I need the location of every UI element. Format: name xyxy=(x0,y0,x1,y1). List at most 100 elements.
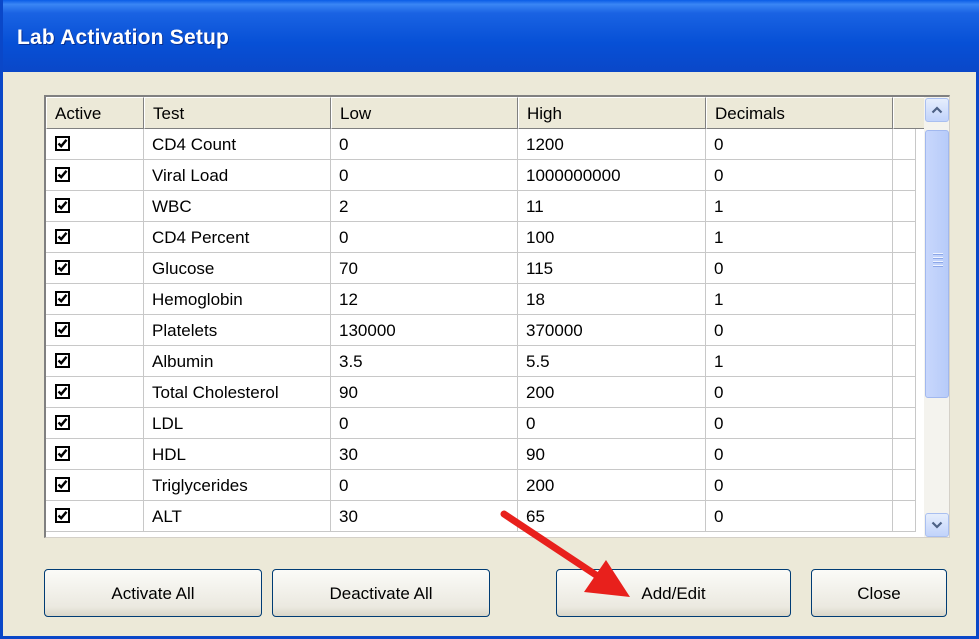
table-row[interactable]: CD4 Count 0 1200 0 xyxy=(46,129,916,160)
low-cell[interactable]: 0 xyxy=(331,222,518,253)
test-name-cell[interactable]: Albumin xyxy=(144,346,331,377)
low-cell[interactable]: 130000 xyxy=(331,315,518,346)
decimals-cell[interactable]: 0 xyxy=(706,439,893,470)
active-checkbox[interactable] xyxy=(55,384,70,399)
decimals-cell[interactable]: 1 xyxy=(706,346,893,377)
active-checkbox[interactable] xyxy=(55,415,70,430)
filler-cell xyxy=(893,501,916,532)
low-cell[interactable]: 0 xyxy=(331,160,518,191)
low-cell[interactable]: 2 xyxy=(331,191,518,222)
high-cell[interactable]: 200 xyxy=(518,470,706,501)
test-name-cell[interactable]: LDL xyxy=(144,408,331,439)
filler-cell xyxy=(893,284,916,315)
column-header-active[interactable]: Active xyxy=(46,97,144,129)
table-row[interactable]: Triglycerides 0 200 0 xyxy=(46,470,916,501)
decimals-cell[interactable]: 1 xyxy=(706,191,893,222)
column-header-test[interactable]: Test xyxy=(144,97,331,129)
test-name-cell[interactable]: Total Cholesterol xyxy=(144,377,331,408)
test-name-cell[interactable]: Viral Load xyxy=(144,160,331,191)
high-cell[interactable]: 115 xyxy=(518,253,706,284)
active-checkbox[interactable] xyxy=(55,291,70,306)
test-name-cell[interactable]: Triglycerides xyxy=(144,470,331,501)
high-cell[interactable]: 1200 xyxy=(518,129,706,160)
column-header-low[interactable]: Low xyxy=(331,97,518,129)
high-cell[interactable]: 0 xyxy=(518,408,706,439)
table-row[interactable]: WBC 2 11 1 xyxy=(46,191,916,222)
active-checkbox[interactable] xyxy=(55,229,70,244)
active-cell xyxy=(46,160,144,191)
high-cell[interactable]: 90 xyxy=(518,439,706,470)
table-row[interactable]: Albumin 3.5 5.5 1 xyxy=(46,346,916,377)
high-cell[interactable]: 5.5 xyxy=(518,346,706,377)
test-name-cell[interactable]: HDL xyxy=(144,439,331,470)
low-cell[interactable]: 12 xyxy=(331,284,518,315)
high-cell[interactable]: 18 xyxy=(518,284,706,315)
table-row[interactable]: Viral Load 0 1000000000 0 xyxy=(46,160,916,191)
high-cell[interactable]: 1000000000 xyxy=(518,160,706,191)
test-name-cell[interactable]: WBC xyxy=(144,191,331,222)
test-name-cell[interactable]: CD4 Count xyxy=(144,129,331,160)
active-cell xyxy=(46,253,144,284)
decimals-cell[interactable]: 1 xyxy=(706,284,893,315)
active-checkbox[interactable] xyxy=(55,508,70,523)
test-name-cell[interactable]: ALT xyxy=(144,501,331,532)
low-cell[interactable]: 3.5 xyxy=(331,346,518,377)
decimals-cell[interactable]: 0 xyxy=(706,315,893,346)
scroll-down-button[interactable] xyxy=(925,513,949,537)
scroll-up-button[interactable] xyxy=(925,98,949,122)
low-cell[interactable]: 0 xyxy=(331,129,518,160)
deactivate-all-button[interactable]: Deactivate All xyxy=(272,569,490,617)
column-header-high[interactable]: High xyxy=(518,97,706,129)
table-row[interactable]: ALT 30 65 0 xyxy=(46,501,916,532)
active-cell xyxy=(46,191,144,222)
low-cell[interactable]: 30 xyxy=(331,439,518,470)
decimals-cell[interactable]: 1 xyxy=(706,222,893,253)
low-cell[interactable]: 0 xyxy=(331,408,518,439)
low-cell[interactable]: 30 xyxy=(331,501,518,532)
column-header-decimals[interactable]: Decimals xyxy=(706,97,893,129)
vertical-scrollbar[interactable] xyxy=(924,97,949,537)
active-checkbox[interactable] xyxy=(55,136,70,151)
low-cell[interactable]: 0 xyxy=(331,470,518,501)
high-cell[interactable]: 100 xyxy=(518,222,706,253)
filler-cell xyxy=(893,129,916,160)
decimals-cell[interactable]: 0 xyxy=(706,160,893,191)
table-row[interactable]: Total Cholesterol 90 200 0 xyxy=(46,377,916,408)
filler-cell xyxy=(893,222,916,253)
test-name-cell[interactable]: Platelets xyxy=(144,315,331,346)
decimals-cell[interactable]: 0 xyxy=(706,501,893,532)
decimals-cell[interactable]: 0 xyxy=(706,253,893,284)
test-name-cell[interactable]: Glucose xyxy=(144,253,331,284)
activate-all-button[interactable]: Activate All xyxy=(44,569,262,617)
active-checkbox[interactable] xyxy=(55,477,70,492)
active-checkbox[interactable] xyxy=(55,446,70,461)
low-cell[interactable]: 90 xyxy=(331,377,518,408)
decimals-cell[interactable]: 0 xyxy=(706,470,893,501)
low-cell[interactable]: 70 xyxy=(331,253,518,284)
active-cell xyxy=(46,284,144,315)
table-row[interactable]: CD4 Percent 0 100 1 xyxy=(46,222,916,253)
active-checkbox[interactable] xyxy=(55,260,70,275)
high-cell[interactable]: 11 xyxy=(518,191,706,222)
decimals-cell[interactable]: 0 xyxy=(706,129,893,160)
filler-cell xyxy=(893,439,916,470)
high-cell[interactable]: 200 xyxy=(518,377,706,408)
active-checkbox[interactable] xyxy=(55,198,70,213)
scrollbar-thumb[interactable] xyxy=(925,130,949,398)
table-row[interactable]: LDL 0 0 0 xyxy=(46,408,916,439)
decimals-cell[interactable]: 0 xyxy=(706,408,893,439)
title-bar[interactable]: Lab Activation Setup xyxy=(3,0,979,72)
lab-tests-grid[interactable]: Active Test Low High Decimals CD4 Count … xyxy=(44,95,950,538)
table-row[interactable]: HDL 30 90 0 xyxy=(46,439,916,470)
test-name-cell[interactable]: Hemoglobin xyxy=(144,284,331,315)
table-row[interactable]: Glucose 70 115 0 xyxy=(46,253,916,284)
active-checkbox[interactable] xyxy=(55,322,70,337)
table-row[interactable]: Platelets 130000 370000 0 xyxy=(46,315,916,346)
high-cell[interactable]: 370000 xyxy=(518,315,706,346)
table-row[interactable]: Hemoglobin 12 18 1 xyxy=(46,284,916,315)
decimals-cell[interactable]: 0 xyxy=(706,377,893,408)
test-name-cell[interactable]: CD4 Percent xyxy=(144,222,331,253)
active-checkbox[interactable] xyxy=(55,353,70,368)
close-button[interactable]: Close xyxy=(811,569,947,617)
active-checkbox[interactable] xyxy=(55,167,70,182)
